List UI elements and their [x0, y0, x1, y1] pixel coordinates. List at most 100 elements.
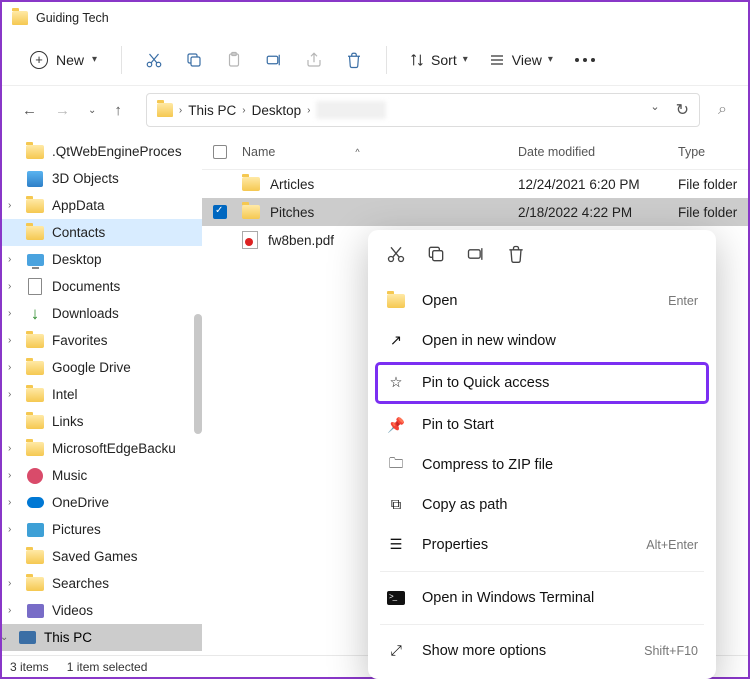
sidebar-item[interactable]: ›AppData — [2, 192, 202, 219]
folder-icon — [26, 198, 44, 214]
view-button[interactable]: View ▾ — [480, 46, 561, 74]
sidebar-item[interactable]: ›Favorites — [2, 327, 202, 354]
up-button[interactable]: ↑ — [114, 102, 122, 119]
sidebar-item-label: Searches — [52, 576, 109, 591]
back-button[interactable]: ← — [22, 102, 37, 119]
breadcrumb-desktop[interactable]: Desktop — [252, 103, 302, 118]
sort-asc-icon: ^ — [355, 147, 359, 157]
paste-icon[interactable] — [216, 42, 252, 78]
ctx-properties[interactable]: ☰ Properties Alt+Enter — [368, 525, 716, 565]
chevron-down-icon: ▾ — [92, 54, 97, 65]
refresh-button[interactable]: ↻ — [676, 100, 689, 120]
sidebar-item-label: Pictures — [52, 522, 101, 537]
scrollbar[interactable] — [194, 314, 202, 434]
chevron-icon: › — [8, 254, 18, 265]
sort-label: Sort — [431, 52, 457, 68]
sidebar-item[interactable]: .QtWebEngineProces — [2, 138, 202, 165]
delete-icon[interactable] — [506, 244, 526, 269]
table-row[interactable]: Articles12/24/2021 6:20 PMFile folder — [202, 170, 748, 198]
sidebar-item[interactable]: ›↓Downloads — [2, 300, 202, 327]
context-menu: Open Enter ↗ Open in new window ☆ Pin to… — [368, 230, 716, 679]
sidebar-item[interactable]: ›OneDrive — [2, 489, 202, 516]
search-icon[interactable]: ⌕ — [718, 101, 736, 119]
open-new-icon: ↗ — [386, 333, 406, 349]
ctx-pin-quick-access[interactable]: ☆ Pin to Quick access — [376, 363, 708, 403]
sidebar: .QtWebEngineProces 3D Objects›AppDataCont… — [2, 134, 202, 655]
chevron-icon: › — [8, 443, 18, 454]
ctx-copy-path[interactable]: ⧉ Copy as path — [368, 485, 716, 525]
sidebar-item[interactable]: ›Searches — [2, 570, 202, 597]
sidebar-item[interactable]: Saved Games — [2, 543, 202, 570]
cut-icon[interactable] — [136, 42, 172, 78]
file-type: File folder — [678, 205, 748, 220]
sidebar-item[interactable]: Contacts — [2, 219, 202, 246]
ctx-show-more[interactable]: ⤢ Show more options Shift+F10 — [368, 631, 716, 671]
pc-icon — [19, 631, 36, 644]
table-row[interactable]: Pitches2/18/2022 4:22 PMFile folder — [202, 198, 748, 226]
sidebar-item[interactable]: ›Desktop — [2, 246, 202, 273]
chevron-icon: › — [8, 470, 18, 481]
ctx-open[interactable]: Open Enter — [368, 281, 716, 321]
chevron-icon: › — [8, 389, 18, 400]
sidebar-item-thispc[interactable]: ⌄ This PC — [2, 624, 202, 651]
cut-icon[interactable] — [386, 244, 406, 269]
sidebar-item[interactable]: ›MicrosoftEdgeBacku — [2, 435, 202, 462]
sort-button[interactable]: Sort ▾ — [401, 46, 476, 74]
chevron-down-icon: ▾ — [463, 54, 468, 65]
folder-icon — [26, 333, 44, 349]
column-name[interactable]: Name^ — [238, 145, 518, 159]
chevron-icon: › — [8, 281, 18, 292]
copy-icon[interactable] — [176, 42, 212, 78]
delete-icon[interactable] — [336, 42, 372, 78]
column-date[interactable]: Date modified — [518, 145, 678, 159]
chevron-icon: › — [8, 200, 18, 211]
sidebar-item-label: OneDrive — [52, 495, 109, 510]
ctx-compress-zip[interactable]: 🗀 Compress to ZIP file — [368, 445, 716, 485]
separator — [121, 46, 122, 74]
sidebar-item-label: Saved Games — [52, 549, 138, 564]
folder-icon — [12, 11, 28, 25]
recent-button[interactable]: ⌄ — [88, 105, 96, 116]
forward-button[interactable]: → — [55, 102, 70, 119]
sidebar-item[interactable]: › Documents — [2, 273, 202, 300]
address-bar[interactable]: › This PC › Desktop › ⌄ ↻ — [146, 93, 700, 127]
sidebar-item[interactable]: › Intel — [2, 381, 202, 408]
pdf-icon — [242, 231, 258, 249]
breadcrumb-redacted — [316, 101, 386, 119]
folder-icon — [26, 387, 44, 403]
ctx-pin-start[interactable]: 📌 Pin to Start — [368, 405, 716, 445]
sidebar-item[interactable]: 3D Objects — [2, 165, 202, 192]
address-dropdown[interactable]: ⌄ — [650, 100, 659, 120]
row-checkbox[interactable] — [213, 205, 227, 219]
sidebar-item[interactable]: ›Music — [2, 462, 202, 489]
chevron-icon: › — [8, 524, 18, 535]
select-all-checkbox[interactable] — [213, 145, 227, 159]
separator — [380, 624, 704, 625]
path-icon: ⧉ — [386, 497, 406, 513]
rename-icon[interactable] — [256, 42, 292, 78]
column-type[interactable]: Type — [678, 145, 748, 159]
sidebar-item-label: Documents — [52, 279, 120, 294]
sidebar-item-label: .QtWebEngineProces — [52, 144, 182, 159]
sidebar-item[interactable]: ›Google Drive — [2, 354, 202, 381]
folder-icon — [26, 576, 44, 592]
sidebar-item[interactable]: ›Videos — [2, 597, 202, 624]
chevron-icon: › — [8, 308, 18, 319]
view-label: View — [512, 52, 542, 68]
sidebar-item[interactable]: Links — [2, 408, 202, 435]
share-icon[interactable] — [296, 42, 332, 78]
plus-icon: + — [30, 51, 48, 69]
rename-icon[interactable] — [466, 244, 486, 269]
sidebar-item-label: Intel — [52, 387, 78, 402]
new-button[interactable]: + New ▾ — [20, 45, 107, 75]
folder-icon — [242, 205, 260, 219]
doc-icon — [26, 279, 44, 295]
folder-icon — [26, 225, 44, 241]
more-button[interactable] — [565, 58, 605, 62]
chevron-icon: › — [8, 335, 18, 346]
ctx-open-new-window[interactable]: ↗ Open in new window — [368, 321, 716, 361]
breadcrumb-thispc[interactable]: This PC — [188, 103, 236, 118]
copy-icon[interactable] — [426, 244, 446, 269]
ctx-windows-terminal[interactable]: Open in Windows Terminal — [368, 578, 716, 618]
sidebar-item[interactable]: › Pictures — [2, 516, 202, 543]
